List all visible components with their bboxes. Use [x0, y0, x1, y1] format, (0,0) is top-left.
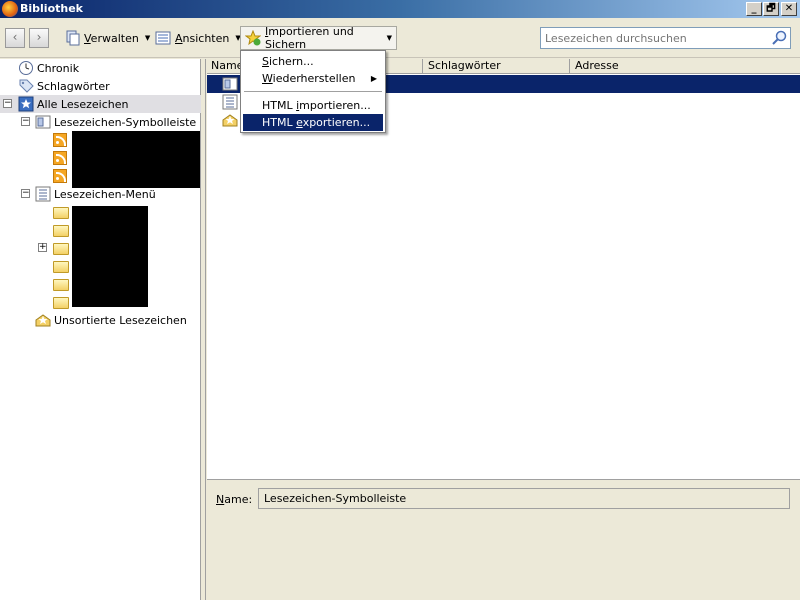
redacted-area	[72, 131, 200, 188]
toolbar-folder-icon	[222, 76, 238, 92]
collapse-icon[interactable]: −	[3, 99, 12, 108]
name-field[interactable]: Lesezeichen-Symbolleiste	[258, 488, 790, 509]
sidebar-tree: Chronik Schlagwörter − Alle Lesezeichen …	[0, 59, 201, 600]
collapse-icon[interactable]: −	[21, 117, 30, 126]
menu-item-html-exportieren[interactable]: HTML exportieren...	[243, 114, 383, 131]
tree-item-folder[interactable]	[53, 275, 69, 293]
tree-item-feed[interactable]	[53, 149, 67, 167]
rss-feed-icon	[53, 151, 67, 165]
tree-item-lesezeichen-menu[interactable]: − Lesezeichen-Menü	[0, 185, 156, 203]
tag-icon	[18, 78, 34, 94]
search-box[interactable]	[540, 27, 791, 49]
tree-label: Lesezeichen-Symbolleiste	[54, 115, 197, 129]
menu-item-html-importieren[interactable]: HTML importieren...	[243, 97, 383, 114]
expand-icon[interactable]: +	[38, 243, 47, 252]
tree-item-schlagwoerter[interactable]: Schlagwörter	[18, 77, 110, 95]
ansichten-label: Ansichten	[175, 31, 230, 45]
column-header-tags[interactable]: Schlagwörter	[424, 59, 570, 74]
name-label: Name:	[216, 493, 253, 506]
details-pane: Name: Lesezeichen-Symbolleiste	[207, 479, 800, 600]
folder-icon	[53, 225, 69, 237]
tree-item-symbolleiste[interactable]: − Lesezeichen-Symbolleiste	[0, 113, 196, 131]
tree-item-feed[interactable]	[53, 131, 67, 149]
minimize-button[interactable]: _	[746, 2, 762, 16]
import-backup-dropdown: Sichern... Wiederherstellen ▶ HTML import…	[240, 50, 386, 133]
tree-item-unsortiert[interactable]: Unsortierte Lesezeichen	[35, 311, 187, 329]
close-button[interactable]: ✕	[781, 2, 797, 16]
verwalten-menu-button[interactable]: Verwalten ▼	[60, 26, 154, 50]
column-header-address[interactable]: Adresse	[571, 59, 800, 74]
title-bar: Bibliothek _ 🗗 ✕	[0, 0, 800, 18]
dropdown-arrow-icon: ▼	[144, 34, 151, 42]
forward-button[interactable]: ›	[29, 28, 49, 48]
bookmarks-star-icon	[18, 96, 34, 112]
dropdown-arrow-icon: ▼	[386, 34, 392, 42]
rss-feed-icon	[53, 169, 67, 183]
search-icon[interactable]	[771, 30, 787, 49]
tree-label: Chronik	[37, 61, 80, 75]
folder-icon	[53, 279, 69, 291]
folder-icon	[53, 297, 69, 309]
tree-item-chronik[interactable]: Chronik	[18, 59, 79, 77]
import-star-icon	[244, 29, 262, 46]
toolbar-folder-icon	[35, 114, 51, 130]
rss-feed-icon	[53, 133, 67, 147]
collapse-icon[interactable]: −	[21, 189, 30, 198]
tree-item-folder[interactable]	[53, 293, 69, 311]
tree-label: Lesezeichen-Menü	[54, 187, 156, 201]
menu-item-wiederherstellen[interactable]: Wiederherstellen ▶	[243, 70, 383, 87]
tree-item-folder[interactable]: +	[0, 239, 69, 257]
tree-label: Unsortierte Lesezeichen	[54, 313, 187, 327]
tree-label: Schlagwörter	[37, 79, 110, 93]
library-window: Bibliothek _ 🗗 ✕ ‹ › Verwalten ▼ Ansicht…	[0, 0, 800, 600]
unsorted-bookmarks-icon	[35, 312, 51, 328]
menu-separator	[244, 91, 382, 92]
submenu-arrow-icon: ▶	[370, 74, 377, 83]
tree-item-feed[interactable]	[53, 167, 67, 185]
import-backup-menu-button[interactable]: Importieren und Sichern ▼	[240, 25, 397, 51]
tree-item-folder[interactable]	[53, 221, 69, 239]
back-arrow-icon: ‹	[12, 30, 18, 44]
window-title: Bibliothek	[20, 2, 83, 15]
menu-folder-icon	[35, 186, 51, 202]
clock-icon	[18, 60, 34, 76]
organize-icon	[64, 30, 80, 46]
back-button[interactable]: ‹	[5, 28, 25, 48]
tree-item-folder[interactable]	[53, 203, 69, 221]
verwalten-label: Verwalten	[84, 31, 139, 45]
redacted-area	[72, 206, 148, 307]
tree-item-alle-lesezeichen[interactable]: − Alle Lesezeichen	[0, 95, 201, 113]
folder-icon	[53, 207, 69, 219]
search-input[interactable]	[541, 28, 766, 48]
folder-icon	[53, 261, 69, 273]
restore-button[interactable]: 🗗	[763, 2, 779, 16]
toolbar: ‹ › Verwalten ▼ Ansichten ▼ Importieren …	[0, 18, 800, 58]
menu-folder-icon	[222, 94, 238, 110]
views-icon	[155, 30, 171, 46]
menu-item-sichern[interactable]: Sichern...	[243, 53, 383, 70]
ansichten-menu-button[interactable]: Ansichten ▼	[151, 26, 245, 50]
forward-arrow-icon: ›	[36, 30, 42, 44]
pane-splitter[interactable]	[201, 59, 206, 600]
tree-item-folder[interactable]	[53, 257, 69, 275]
tree-label: Alle Lesezeichen	[37, 97, 129, 111]
import-backup-label: Importieren und Sichern	[265, 25, 354, 51]
unsorted-bookmarks-icon	[222, 112, 238, 128]
folder-icon	[53, 243, 69, 255]
firefox-icon	[2, 1, 18, 17]
